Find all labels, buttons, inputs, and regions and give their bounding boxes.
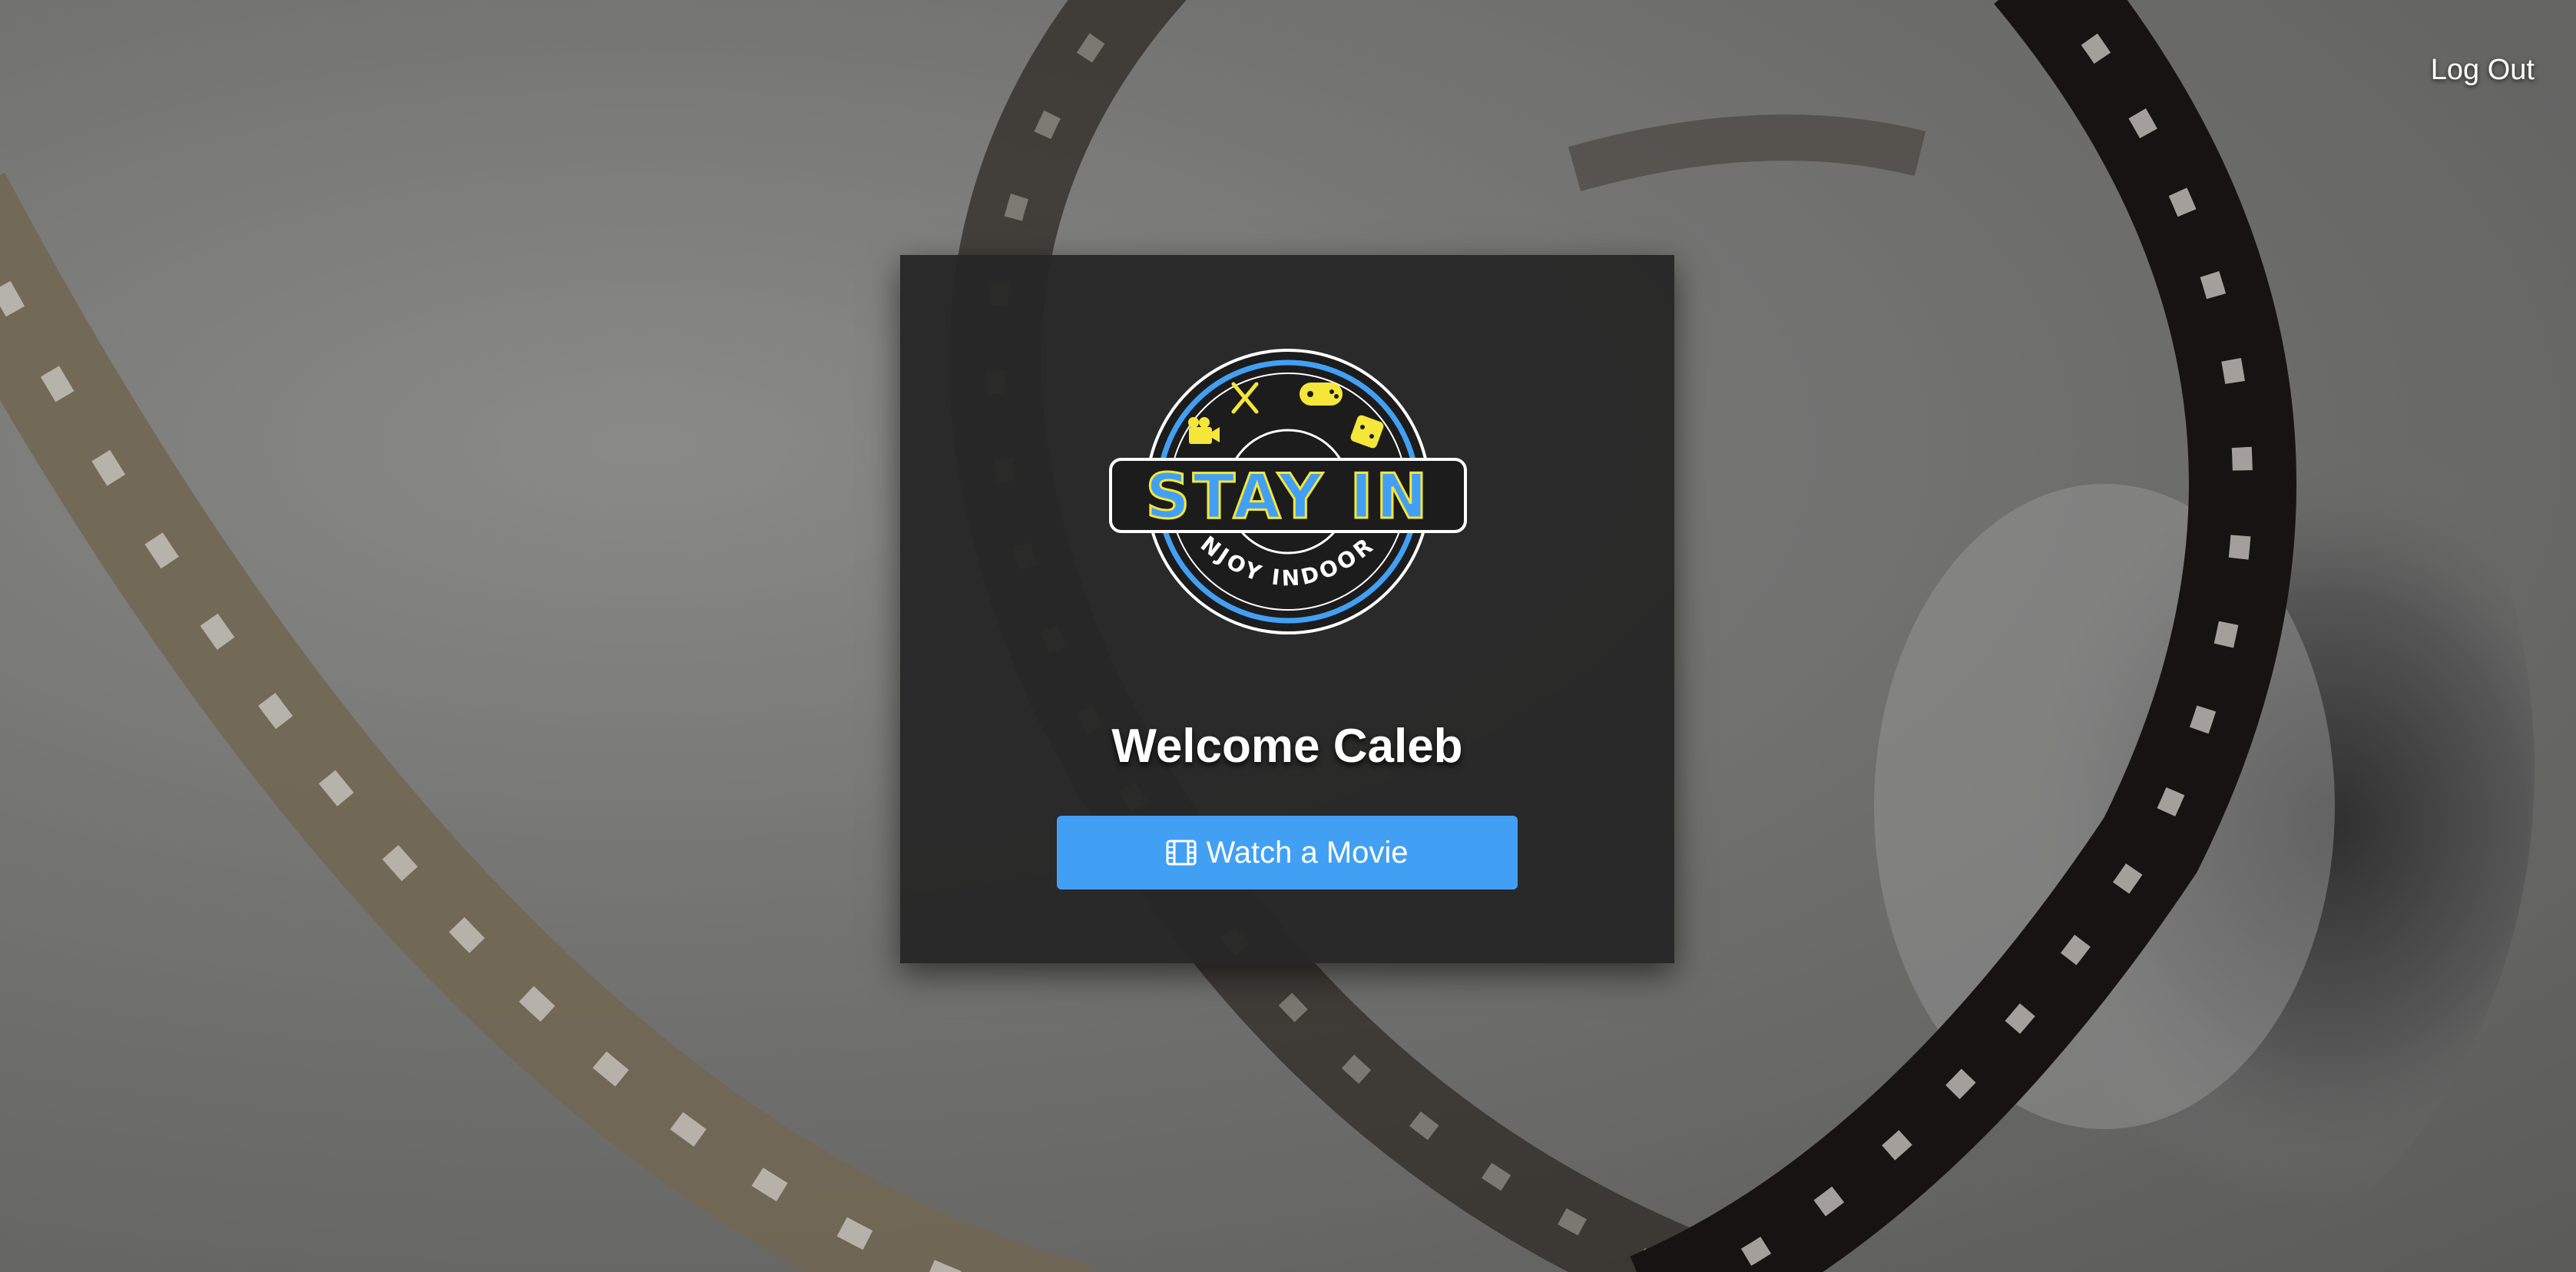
stay-in-logo: STAY IN ENJOY INDOORS	[1108, 347, 1467, 634]
watch-movie-label: Watch a Movie	[1206, 835, 1409, 870]
welcome-heading: Welcome Caleb	[1111, 720, 1463, 773]
app-page: Log Out STAY IN NJOY INDOOR Welcome Cale…	[0, 0, 2576, 1272]
gamepad-icon	[1300, 383, 1343, 406]
logo-title: STAY IN	[1146, 461, 1431, 532]
watch-movie-button[interactable]: Watch a Movie	[1057, 816, 1518, 889]
welcome-card: STAY IN ENJOY INDOORS Welcome Caleb Watc…	[900, 255, 1674, 963]
logout-link[interactable]: Log Out	[2431, 54, 2535, 87]
film-icon	[1166, 840, 1197, 866]
